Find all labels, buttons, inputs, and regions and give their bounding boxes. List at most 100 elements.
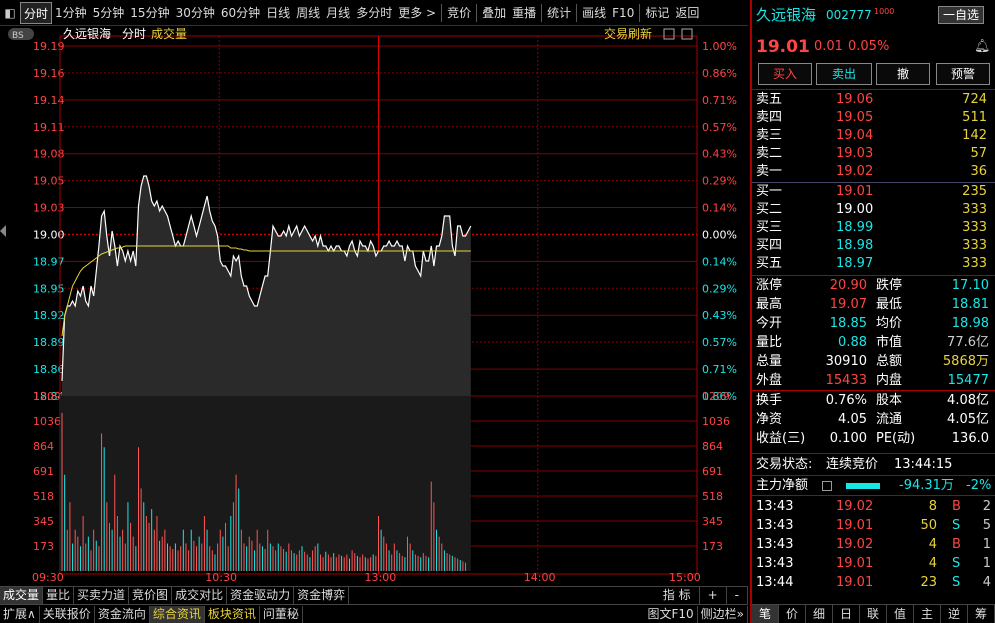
intraday-chart[interactable]: 19.19 1.00%19.16 0.86%19.14 0.71%19.11 0.57%… bbox=[0, 26, 748, 586]
trade-time: 13:44:15 bbox=[894, 457, 953, 472]
toolbar-item-0[interactable]: 分时 bbox=[20, 1, 53, 24]
stat-value: 0.88 bbox=[838, 335, 867, 350]
stat-value: 15477 bbox=[947, 373, 989, 388]
toolbar-item-5[interactable]: 60分钟 bbox=[218, 2, 263, 24]
ext-right-1[interactable]: 侧边栏» bbox=[698, 605, 748, 623]
ask-row: 卖五 19.06 724 bbox=[754, 91, 995, 109]
alert-button[interactable]: 预警 bbox=[936, 63, 990, 85]
stat-value: 4.08亿 bbox=[947, 393, 989, 408]
stats2-row: 净资 4.05 流通 4.05亿 bbox=[754, 411, 995, 429]
refresh-label[interactable]: 交易刷新 bbox=[604, 26, 652, 41]
stock-tag: 1000 bbox=[874, 7, 895, 16]
toolbar-item-17[interactable]: 标记 bbox=[642, 2, 672, 24]
toolbar-item-4[interactable]: 30分钟 bbox=[173, 2, 218, 24]
settings-icon[interactable] bbox=[663, 28, 675, 40]
toolbar-item-2[interactable]: 5分钟 bbox=[90, 2, 128, 24]
price-row: 19.01 0.01 0.05% 🔔︎ bbox=[754, 36, 995, 58]
list-icon[interactable] bbox=[822, 481, 832, 491]
toolbar-separator bbox=[541, 3, 543, 22]
side-tab-1[interactable]: 价 bbox=[779, 605, 806, 623]
tick-volume: 8 bbox=[928, 499, 937, 514]
stat-label: 最高 bbox=[756, 297, 783, 312]
collapse-left-icon[interactable] bbox=[0, 225, 6, 237]
tick-count: 5 bbox=[982, 518, 991, 533]
ext-tab-0[interactable]: 扩展∧ bbox=[0, 605, 40, 623]
bell-icon[interactable]: 🔔︎ bbox=[974, 36, 991, 58]
indicator-tab-3[interactable]: 竞价图 bbox=[129, 587, 173, 604]
ext-tab-3[interactable]: 综合资讯 bbox=[149, 605, 205, 623]
stat-value: 19.07 bbox=[829, 297, 867, 312]
indicator-control-1[interactable]: + bbox=[700, 587, 727, 604]
toolbar-item-15[interactable]: 画线 bbox=[579, 2, 609, 24]
ext-tab-1[interactable]: 关联报价 bbox=[40, 605, 95, 623]
pct-tick-label: 0.00% bbox=[702, 228, 737, 241]
side-tab-5[interactable]: 值 bbox=[887, 605, 914, 623]
toolbar-item-3[interactable]: 15分钟 bbox=[127, 2, 172, 24]
side-tab-7[interactable]: 逆 bbox=[941, 605, 968, 623]
tick-volume: 4 bbox=[928, 537, 937, 552]
toolbar-item-14[interactable]: 统计 bbox=[544, 2, 574, 24]
side-tabs: 笔价细日联值主逆筹 bbox=[752, 604, 995, 623]
side-tab-4[interactable]: 联 bbox=[860, 605, 887, 623]
indicator-control-2[interactable]: - bbox=[727, 587, 748, 604]
volume-tick-label: 345 bbox=[33, 515, 54, 528]
stat-value: 77.6亿 bbox=[947, 335, 989, 350]
toolbar-item-8[interactable]: 月线 bbox=[323, 2, 353, 24]
ask-volume: 724 bbox=[962, 92, 987, 107]
toolbar-item-16[interactable]: F10 bbox=[609, 2, 637, 24]
toolbar-item-13[interactable]: 重播 bbox=[509, 2, 539, 24]
ext-tab-5[interactable]: 问董秘 bbox=[260, 605, 303, 623]
sell-button[interactable]: 卖出 bbox=[816, 63, 872, 85]
ext-right-0[interactable]: 图文F10 bbox=[644, 605, 698, 623]
buy-button[interactable]: 买入 bbox=[758, 63, 812, 85]
stats-row: 量比 0.88 市值 77.6亿 bbox=[754, 334, 995, 352]
stat-label: 股本 bbox=[876, 393, 903, 408]
expand-icon[interactable] bbox=[681, 28, 693, 40]
bid-row: 买四 18.98 333 bbox=[754, 237, 995, 255]
toolbar-item-11[interactable]: 竞价 bbox=[444, 2, 474, 24]
indicator-tab-0[interactable]: 成交量 bbox=[0, 587, 44, 604]
indicator-tab-5[interactable]: 资金驱动力 bbox=[227, 587, 295, 604]
side-tab-3[interactable]: 日 bbox=[833, 605, 860, 623]
toolbar-item-1[interactable]: 1分钟 bbox=[52, 2, 90, 24]
indicator-control-0[interactable]: 指 标 bbox=[655, 587, 700, 604]
volume-area bbox=[60, 396, 471, 571]
stat-label: 内盘 bbox=[876, 373, 903, 388]
toolbar-item-12[interactable]: 叠加 bbox=[479, 2, 509, 24]
quote-panel: 久远银海 002777 1000 一自选 19.01 0.01 0.05% 🔔︎… bbox=[750, 0, 995, 623]
toolbar-item-10[interactable]: 更多 > bbox=[395, 2, 439, 24]
stat-value: 0.100 bbox=[829, 431, 867, 446]
cancel-button[interactable]: 撤 bbox=[876, 63, 930, 85]
bid-price: 18.99 bbox=[836, 220, 874, 235]
toolbar-item-9[interactable]: 多分时 bbox=[353, 2, 395, 24]
ext-tab-2[interactable]: 资金流向 bbox=[95, 605, 150, 623]
stat-label: 总额 bbox=[876, 354, 903, 369]
side-tab-2[interactable]: 细 bbox=[806, 605, 833, 623]
bid-row: 买二 19.00 333 bbox=[754, 201, 995, 219]
toolbar-item-6[interactable]: 日线 bbox=[263, 2, 293, 24]
indicator-tab-1[interactable]: 量比 bbox=[43, 587, 75, 604]
ext-tab-4[interactable]: 板块资讯 bbox=[205, 605, 260, 623]
layout-toggle-icon[interactable]: ◧ bbox=[0, 2, 20, 24]
indicator-tab-2[interactable]: 买卖力道 bbox=[74, 587, 130, 604]
ask-price: 19.05 bbox=[836, 110, 874, 125]
side-tab-8[interactable]: 筹 bbox=[968, 605, 995, 623]
tick-count: 2 bbox=[982, 499, 991, 514]
stat-label: 市值 bbox=[876, 335, 903, 350]
trade-status-row: 交易状态: 连续竞价 13:44:15 bbox=[754, 456, 995, 474]
chart-stock-label: 久远银海 bbox=[63, 26, 111, 41]
side-tab-6[interactable]: 主 bbox=[914, 605, 941, 623]
main-flow-pct: -2% bbox=[966, 478, 992, 493]
toolbar-item-7[interactable]: 周线 bbox=[293, 2, 323, 24]
tick-volume: 4 bbox=[928, 556, 937, 571]
volume-tick-label: 864 bbox=[33, 440, 54, 453]
indicator-tab-4[interactable]: 成交对比 bbox=[172, 587, 228, 604]
self-select-button[interactable]: 一自选 bbox=[938, 6, 985, 24]
side-tab-0[interactable]: 笔 bbox=[752, 605, 779, 623]
ask-label: 卖四 bbox=[756, 110, 783, 125]
indicator-tab-6[interactable]: 资金博弈 bbox=[294, 587, 350, 604]
ask-volume: 142 bbox=[962, 128, 987, 143]
toolbar-separator bbox=[441, 3, 443, 22]
toolbar-item-18[interactable]: 返回 bbox=[672, 2, 702, 24]
pct-tick-label: 0.86% bbox=[702, 67, 737, 80]
